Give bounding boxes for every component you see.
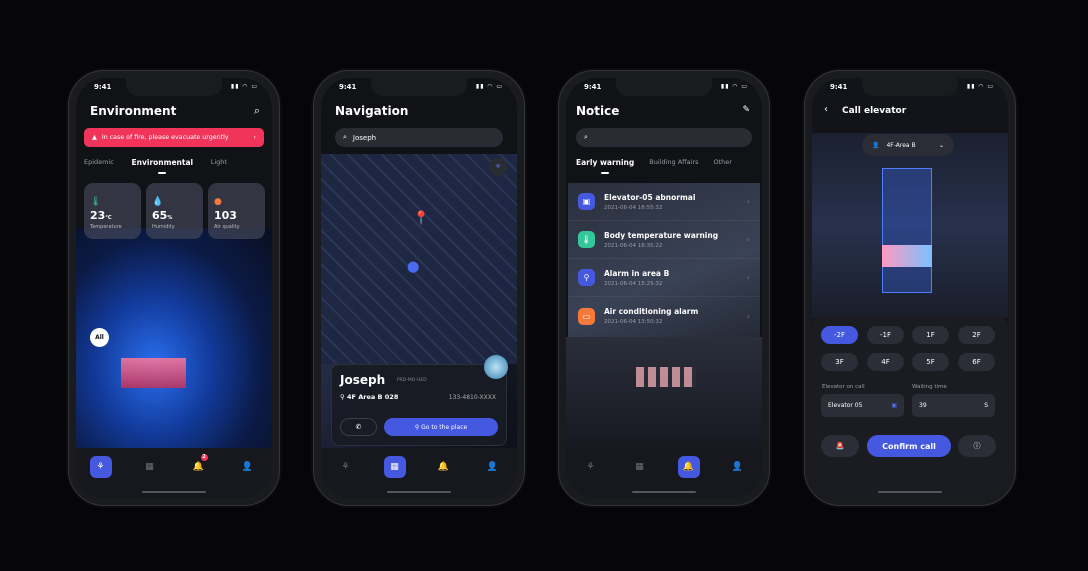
nav-notice-icon[interactable]: 🔔 xyxy=(677,456,700,478)
status-icons: ▮▮ ◠ ▭ xyxy=(475,83,503,90)
floor-button[interactable]: 6F xyxy=(958,353,995,371)
destination-pin-icon: 📍 xyxy=(413,211,430,226)
locate-icon[interactable]: ⌖ xyxy=(489,158,507,176)
nav-notice-icon[interactable]: 🔔 xyxy=(433,456,455,478)
phone-notice: 9:41 ▮▮ ◠ ▭ Notice ✎ ⌕ Early warning Buil… xyxy=(558,70,770,506)
thermometer-icon: 🌡 xyxy=(90,197,102,207)
floor-button[interactable]: 5F xyxy=(912,353,949,371)
3d-map-view[interactable] xyxy=(321,154,517,364)
nav-environment-icon[interactable]: ⚘ xyxy=(580,456,602,478)
floor-button[interactable]: 2F xyxy=(958,326,995,344)
nav-environment-icon[interactable]: ⚘ xyxy=(89,456,112,478)
page-title: Environment xyxy=(90,104,177,118)
nav-environment-icon[interactable]: ⚘ xyxy=(335,456,357,478)
current-location-pin-icon: ⬤ xyxy=(407,260,420,273)
tab-environmental[interactable]: Environmental xyxy=(132,158,193,174)
all-floors-button[interactable]: All xyxy=(90,328,109,347)
call-button[interactable]: ✆ xyxy=(340,418,377,436)
fire-alert-banner[interactable]: ▲ In case of fire, please evacuate urgent… xyxy=(84,128,264,147)
location-pin-icon: ⚲ xyxy=(340,393,348,401)
page-title: Call elevator xyxy=(842,106,907,116)
chevron-right-icon: › xyxy=(746,197,750,206)
air-quality-icon: ● xyxy=(214,197,222,207)
status-icons: ▮▮ ◠ ▭ xyxy=(966,83,994,90)
elevator-icon: ▣ xyxy=(578,193,595,210)
air-conditioner-icon: ▭ xyxy=(578,307,595,325)
clear-all-icon[interactable]: ✎ xyxy=(742,105,750,115)
3d-building-view xyxy=(566,337,762,457)
phone-navigation: 9:41 ▮▮ ◠ ▭ Navigation ⌕ Joseph ⌖ 📍 ⬤ Jose… xyxy=(313,70,525,506)
tab-early-warning[interactable]: Early warning xyxy=(576,158,634,174)
info-icon: ⓘ xyxy=(973,442,981,450)
chevron-right-icon: › xyxy=(746,311,750,321)
floor-button[interactable]: -1F xyxy=(867,326,904,344)
list-item[interactable]: ▣ Elevator-05 abnormal 2021-06-04 16:55:32… xyxy=(568,183,760,221)
list-item[interactable]: ▭ Air conditioning alarm 2021-06-04 13:50:… xyxy=(568,297,760,335)
floor-button[interactable]: 4F xyxy=(867,353,904,371)
tab-light[interactable]: Light xyxy=(211,158,227,167)
status-time: 9:41 xyxy=(94,83,112,91)
tab-epidemic[interactable]: Epidemic xyxy=(84,158,114,167)
status-icons: ▮▮ ◠ ▭ xyxy=(230,83,258,90)
notice-list: ▣ Elevator-05 abnormal 2021-06-04 16:55:32… xyxy=(568,183,760,337)
info-button[interactable]: ⓘ xyxy=(958,435,996,457)
list-item[interactable]: ⚲ Alarm in area B 2021-06-04 15:25:32 › xyxy=(568,259,760,297)
location-pin-icon: ⚲ xyxy=(578,269,595,286)
back-icon[interactable]: ‹ xyxy=(824,104,828,115)
tab-building-affairs[interactable]: Building Affairs xyxy=(649,158,698,167)
confirm-call-button[interactable]: Confirm call xyxy=(867,435,951,457)
nav-profile-icon[interactable]: 👤 xyxy=(727,456,749,478)
search-icon[interactable]: ⌕ xyxy=(254,104,260,118)
elevator-icon: ▣ xyxy=(891,402,897,409)
phone-environment: 9:41 ▮▮ ◠ ▭ Environment ⌕ ▲ In case of fir… xyxy=(68,70,280,506)
chevron-down-icon: ⌄ xyxy=(938,141,944,149)
floor-button[interactable]: 3F xyxy=(821,353,858,371)
phone-call-elevator: 9:41 ▮▮ ◠ ▭ ‹ Call elevator 👤 4F-Area B ⌄ -… xyxy=(804,70,1016,506)
search-icon: ⌕ xyxy=(584,133,588,141)
nav-navigation-icon[interactable]: ▦ xyxy=(139,456,161,478)
search-input[interactable]: ⌕ Joseph xyxy=(335,128,503,147)
air-quality-card[interactable]: ● 103 Air quality xyxy=(208,183,265,239)
nav-notice-icon[interactable]: 🔔 2 xyxy=(188,454,210,478)
page-title: Notice xyxy=(576,104,620,118)
waiting-time-field[interactable]: 39 S xyxy=(912,394,995,417)
alarm-button[interactable]: 🚨 xyxy=(821,435,859,457)
temperature-card[interactable]: 🌡 23°C Temperature xyxy=(84,183,141,239)
humidity-card[interactable]: 💧 65% Humidity xyxy=(146,183,203,239)
nav-profile-icon[interactable]: 👤 xyxy=(482,456,504,478)
elevator-field[interactable]: Elevator 05 ▣ xyxy=(821,394,904,417)
area-dropdown[interactable]: 👤 4F-Area B ⌄ xyxy=(862,134,954,156)
thermometer-icon: 🌡 xyxy=(578,231,595,248)
warning-icon: ▲ xyxy=(92,134,97,141)
list-item[interactable]: 🌡 Body temperature warning 2021-06-04 16:3… xyxy=(568,221,760,259)
3d-elevator-view xyxy=(812,133,1008,318)
status-icons: ▮▮ ◠ ▭ xyxy=(720,83,748,90)
page-title: Navigation xyxy=(335,104,409,118)
floor-button[interactable]: 1F xyxy=(912,326,949,344)
search-icon: ⌕ xyxy=(343,133,347,141)
alarm-icon: 🚨 xyxy=(835,442,845,450)
chevron-right-icon: › xyxy=(746,273,750,282)
chevron-right-icon: › xyxy=(746,235,750,244)
call-panel: -2F -1F 1F 2F 3F 4F 5F 6F Elevator on ca… xyxy=(812,316,1008,498)
chevron-right-icon: › xyxy=(253,134,256,141)
phone-icon: ✆ xyxy=(355,423,362,431)
nav-navigation-icon[interactable]: ▦ xyxy=(629,456,651,478)
search-input[interactable]: ⌕ xyxy=(576,128,752,147)
floor-button[interactable]: -2F xyxy=(821,326,858,344)
person-icon: 👤 xyxy=(872,141,880,149)
avatar xyxy=(484,355,508,379)
tab-other[interactable]: Other xyxy=(714,158,732,167)
person-card: Joseph PRD-MO-UED ⚲ 4F Area B 028 133-48… xyxy=(331,355,508,446)
notification-badge: 2 xyxy=(200,454,208,461)
nav-navigation-icon[interactable]: ▦ xyxy=(383,456,406,478)
nav-profile-icon[interactable]: 👤 xyxy=(237,456,259,478)
droplet-icon: 💧 xyxy=(152,197,164,207)
go-to-place-button[interactable]: ⚲ Go to the place xyxy=(384,418,498,436)
